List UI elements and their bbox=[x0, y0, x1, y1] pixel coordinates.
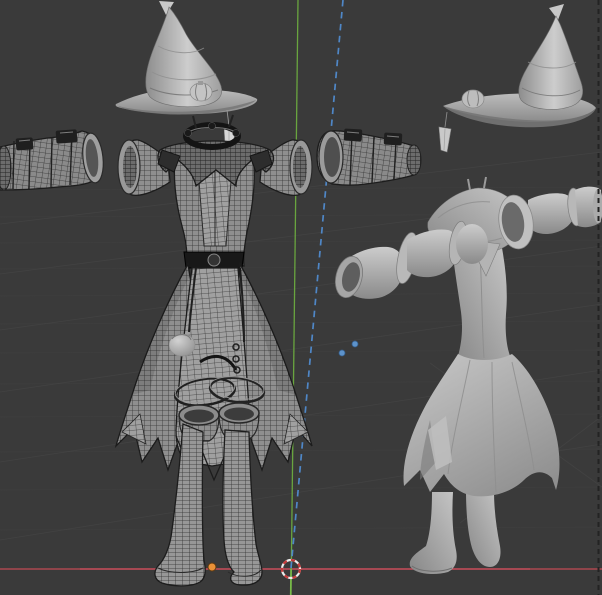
3d-viewport[interactable] bbox=[0, 0, 602, 595]
belt-buckle bbox=[208, 254, 220, 266]
viewport-canvas[interactable] bbox=[0, 0, 602, 595]
marker-dot-1[interactable] bbox=[339, 350, 345, 356]
marker-dot-2[interactable] bbox=[352, 341, 358, 347]
hat-pumpkin-charm bbox=[190, 83, 212, 101]
viewport-background[interactable] bbox=[0, 0, 602, 595]
bracer-buckle bbox=[344, 129, 363, 142]
bracer-buckle bbox=[56, 129, 78, 143]
bracer-buckle bbox=[384, 133, 403, 146]
hat-pumpkin-charm bbox=[462, 90, 484, 108]
object-origin-dot[interactable] bbox=[208, 563, 216, 571]
pumpkin-stem bbox=[198, 81, 203, 85]
bracer-buckle bbox=[16, 137, 34, 150]
